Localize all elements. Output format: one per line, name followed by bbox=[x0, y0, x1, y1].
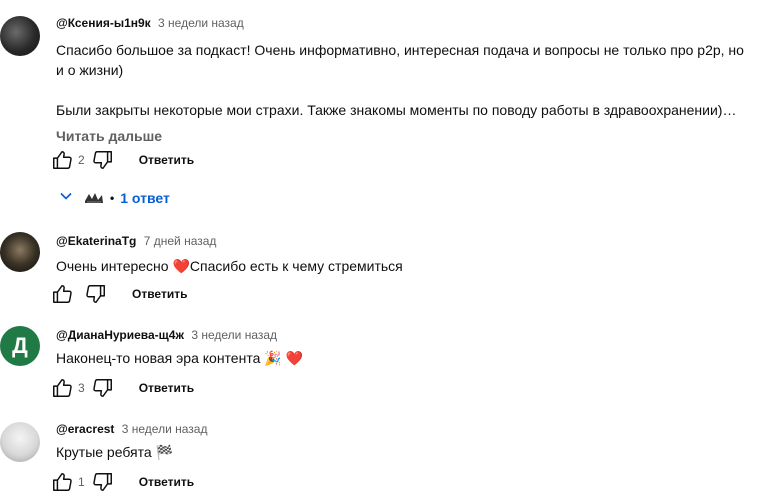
comment-text-part: Наконец-то новая эра контента bbox=[56, 350, 265, 366]
comment-text-part: Очень интересно bbox=[56, 258, 173, 274]
comment-text: Очень интересно ❤️Спасибо есть к чему ст… bbox=[56, 256, 756, 276]
heart-emoji: ❤️ bbox=[172, 258, 190, 274]
avatar[interactable]: Д bbox=[0, 326, 40, 366]
reply-button[interactable]: Ответить bbox=[139, 381, 194, 395]
reply-button[interactable]: Ответить bbox=[132, 287, 187, 301]
replies-count: 1 ответ bbox=[120, 189, 170, 206]
chevron-down-icon bbox=[56, 186, 76, 209]
comment-text: Спасибо большое за подкаст! Очень информ… bbox=[56, 40, 756, 120]
dislike-icon[interactable] bbox=[91, 470, 115, 494]
dislike-icon[interactable] bbox=[91, 376, 115, 400]
like-count: 3 bbox=[78, 381, 85, 395]
comment-time[interactable]: 3 недели назад bbox=[122, 422, 208, 436]
comment-text: Крутые ребята 🏁 bbox=[56, 442, 756, 462]
comment-author[interactable]: @eracrest bbox=[56, 422, 114, 436]
reply-author-avatar-icon bbox=[84, 191, 104, 205]
comment-line: Были закрыты некоторые мои страхи. Также… bbox=[56, 102, 737, 118]
avatar-letter: Д bbox=[12, 333, 28, 358]
comment-blank-line bbox=[56, 80, 756, 100]
read-more-button[interactable]: Читать дальше bbox=[56, 126, 756, 146]
comment-time[interactable]: 3 недели назад bbox=[191, 328, 277, 342]
comment-time[interactable]: 3 недели назад bbox=[158, 16, 244, 30]
comment-line: и о жизни) bbox=[56, 62, 124, 78]
comment-actions: Ответить bbox=[50, 282, 187, 306]
comment-line: Спасибо большое за подкаст! Очень информ… bbox=[56, 42, 744, 58]
like-icon[interactable] bbox=[50, 470, 74, 494]
reply-button[interactable]: Ответить bbox=[139, 153, 194, 167]
comment-author[interactable]: @ДианаНуриева-щ4ж bbox=[56, 328, 184, 342]
like-count: 2 bbox=[78, 153, 85, 167]
comment-author[interactable]: @EkaterinaTg bbox=[56, 234, 136, 248]
comment-text: Наконец-то новая эра контента 🎉 ❤️ bbox=[56, 348, 756, 368]
avatar[interactable] bbox=[0, 422, 40, 462]
dislike-icon[interactable] bbox=[84, 282, 108, 306]
comment-text-part: Крутые ребята bbox=[56, 444, 156, 460]
like-icon[interactable] bbox=[50, 376, 74, 400]
comment-text-part: Спасибо есть к чему стремиться bbox=[189, 258, 403, 274]
view-replies-button[interactable]: • 1 ответ bbox=[56, 186, 170, 209]
avatar[interactable] bbox=[0, 16, 40, 56]
party-heart-emoji: 🎉 ❤️ bbox=[264, 350, 304, 366]
like-icon[interactable] bbox=[50, 148, 74, 172]
comment-time[interactable]: 7 дней назад bbox=[144, 234, 217, 248]
dislike-icon[interactable] bbox=[91, 148, 115, 172]
comment-actions: 3 Ответить bbox=[50, 376, 194, 400]
comment-actions: 2 Ответить bbox=[50, 148, 194, 172]
checkered-flag-emoji: 🏁 bbox=[155, 444, 174, 460]
comment-actions: 1 Ответить bbox=[50, 470, 194, 494]
avatar[interactable] bbox=[0, 232, 40, 272]
like-count: 1 bbox=[78, 475, 85, 489]
reply-button[interactable]: Ответить bbox=[139, 475, 194, 489]
replies-separator: • bbox=[110, 190, 115, 205]
like-icon[interactable] bbox=[50, 282, 74, 306]
comment-author[interactable]: @Ксения-ы1н9к bbox=[56, 16, 151, 30]
